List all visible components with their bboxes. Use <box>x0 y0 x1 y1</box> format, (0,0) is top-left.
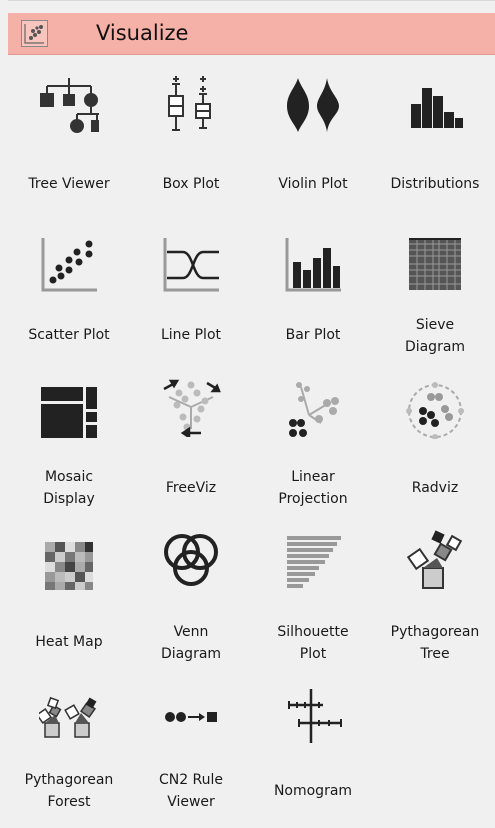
widget-scatter-plot[interactable]: Scatter Plot <box>8 220 130 370</box>
widget-label: FreeViz <box>165 480 217 496</box>
widget-pythagorean-forest[interactable]: Pythagorean Forest <box>8 685 130 825</box>
widget-tree-viewer[interactable]: Tree Viewer <box>8 60 130 210</box>
sieve-diagram-icon <box>409 238 461 290</box>
widget-line-plot[interactable]: Line Plot <box>130 220 252 370</box>
widget-heat-map[interactable]: Heat Map <box>8 530 130 680</box>
nomogram-icon <box>288 689 342 743</box>
widget-grid: Tree Viewer Box Plot Violin Plot Distrib… <box>8 60 495 828</box>
heat-map-icon <box>45 542 93 590</box>
widget-pythagorean-tree[interactable]: Pythagorean Tree <box>374 530 495 680</box>
widget-sieve-diagram[interactable]: Sieve Diagram <box>374 220 495 370</box>
widget-label: Distributions <box>390 176 480 192</box>
radviz-icon <box>406 382 464 439</box>
linear-projection-icon <box>289 382 339 437</box>
widget-box-plot[interactable]: Box Plot <box>130 60 252 210</box>
widget-label: Violin Plot <box>278 176 348 192</box>
widget-label: Radviz <box>411 480 459 496</box>
pythagorean-forest-icon <box>39 696 97 738</box>
widget-venn-diagram[interactable]: Venn Diagram <box>130 530 252 680</box>
widget-label: Tree Viewer <box>28 176 110 192</box>
widget-label: Bar Plot <box>285 327 341 343</box>
widget-silhouette-plot[interactable]: Silhouette Plot <box>252 530 374 680</box>
widget-label: Heat Map <box>35 634 103 650</box>
widget-label: Venn Diagram <box>160 624 222 662</box>
bar-plot-icon <box>285 238 341 292</box>
widget-label: CN2 Rule Viewer <box>158 772 224 810</box>
widget-label: Line Plot <box>160 327 221 343</box>
widget-distributions[interactable]: Distributions <box>374 60 495 210</box>
widget-label: Sieve Diagram <box>404 317 466 355</box>
freeviz-icon <box>163 379 221 437</box>
widget-nomogram[interactable]: Nomogram <box>252 685 374 825</box>
category-header[interactable]: Visualize <box>8 13 495 55</box>
venn-diagram-icon <box>164 534 218 586</box>
widget-label: Scatter Plot <box>28 327 110 343</box>
line-plot-icon <box>163 238 219 292</box>
widget-bar-plot[interactable]: Bar Plot <box>252 220 374 370</box>
silhouette-plot-icon <box>287 536 341 588</box>
cn2-rule-viewer-icon <box>165 712 217 722</box>
widget-mosaic-display[interactable]: Mosaic Display <box>8 375 130 525</box>
widget-label: Pythagorean Forest <box>24 772 114 810</box>
mosaic-display-icon <box>41 387 97 438</box>
scatter-category-icon <box>21 20 48 47</box>
panel-top-border <box>8 0 495 1</box>
widget-violin-plot[interactable]: Violin Plot <box>252 60 374 210</box>
scatter-plot-icon <box>41 238 97 292</box>
tree-viewer-icon <box>40 78 99 133</box>
widget-cn2-rule-viewer[interactable]: CN2 Rule Viewer <box>130 685 252 825</box>
violin-plot-icon <box>287 78 339 132</box>
category-title: Visualize <box>96 21 189 45</box>
widget-label: Linear Projection <box>278 469 348 507</box>
widget-label: Nomogram <box>273 783 353 799</box>
widget-label: Pythagorean Tree <box>390 624 480 662</box>
widget-freeviz[interactable]: FreeViz <box>130 375 252 525</box>
widget-linear-projection[interactable]: Linear Projection <box>252 375 374 525</box>
distributions-icon <box>411 88 463 128</box>
widget-label: Silhouette Plot <box>277 624 349 662</box>
pythagorean-tree-icon <box>406 530 463 589</box>
box-plot-icon <box>168 76 211 131</box>
widget-radviz[interactable]: Radviz <box>374 375 495 525</box>
widget-label: Mosaic Display <box>43 469 95 507</box>
widget-label: Box Plot <box>162 176 220 192</box>
